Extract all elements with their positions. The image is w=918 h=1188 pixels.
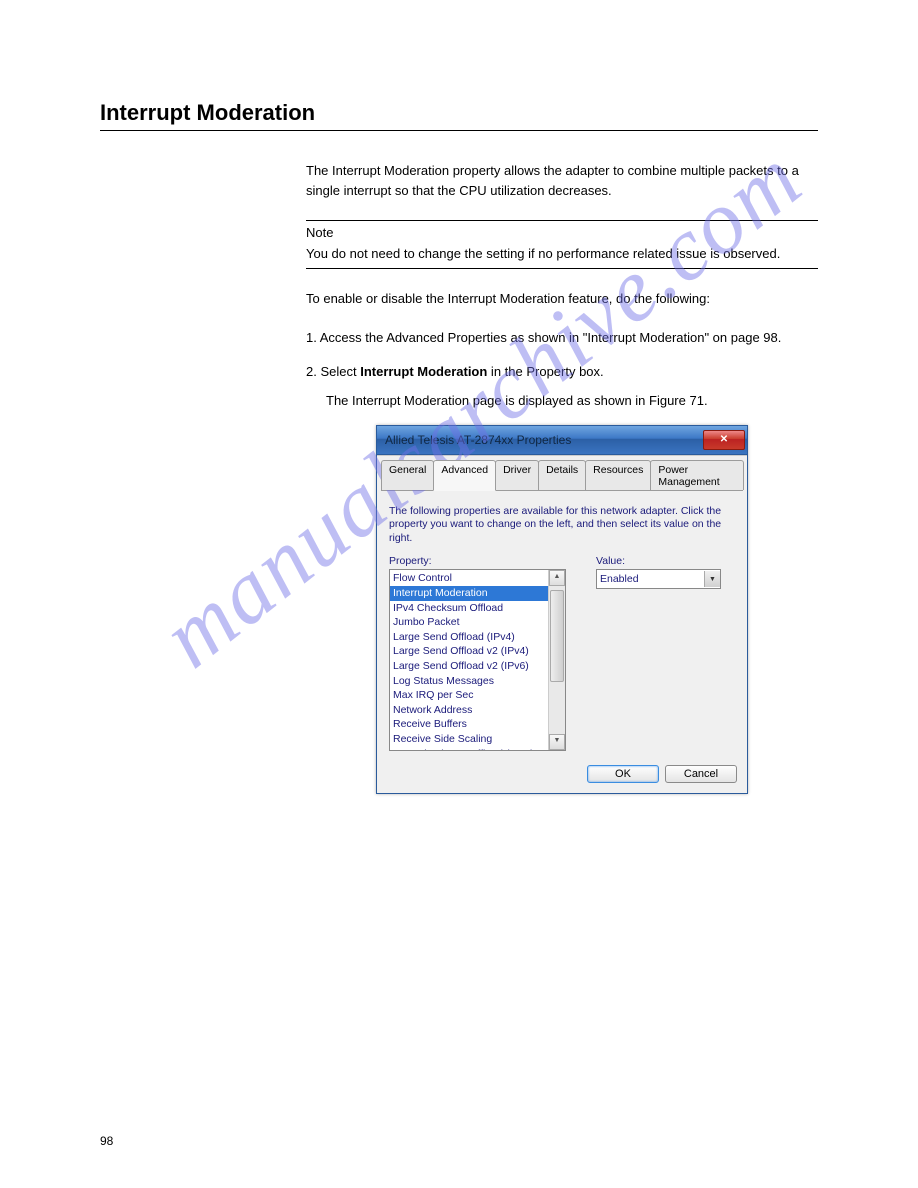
list-item[interactable]: Flow Control bbox=[390, 571, 548, 586]
listbox-scrollbar[interactable]: ▲ ▼ bbox=[548, 570, 565, 750]
scroll-track[interactable] bbox=[550, 586, 564, 734]
tab-general[interactable]: General bbox=[381, 460, 434, 490]
dialog-body: General Advanced Driver Details Resource… bbox=[377, 455, 747, 794]
value-label: Value: bbox=[596, 555, 721, 567]
chevron-down-icon[interactable]: ▼ bbox=[704, 571, 720, 587]
intro-paragraph: The Interrupt Moderation property allows… bbox=[306, 161, 818, 200]
scroll-thumb[interactable] bbox=[550, 590, 564, 682]
list-item[interactable]: Log Status Messages bbox=[390, 674, 548, 689]
cancel-button[interactable]: Cancel bbox=[665, 765, 737, 783]
tab-advanced[interactable]: Advanced bbox=[433, 460, 496, 491]
ok-button[interactable]: OK bbox=[587, 765, 659, 783]
step-1-link: "Interrupt Moderation" on page 98 bbox=[583, 330, 778, 345]
list-item[interactable]: Large Send Offload v2 (IPv4) bbox=[390, 644, 548, 659]
list-item[interactable]: IPv4 Checksum Offload bbox=[390, 601, 548, 616]
tab-resources[interactable]: Resources bbox=[585, 460, 651, 490]
note-text: You do not need to change the setting if… bbox=[306, 244, 818, 264]
tab-content: The following properties are available f… bbox=[381, 499, 743, 758]
dialog-footer: OK Cancel bbox=[381, 757, 743, 789]
tab-power-management[interactable]: Power Management bbox=[650, 460, 744, 490]
list-item[interactable]: Receive Side Scaling bbox=[390, 732, 548, 747]
list-item[interactable]: Max IRQ per Sec bbox=[390, 688, 548, 703]
value-select[interactable]: Enabled ▼ bbox=[596, 569, 721, 589]
step-2-bold: Interrupt Moderation bbox=[360, 364, 487, 379]
scroll-up-icon[interactable]: ▲ bbox=[549, 570, 565, 586]
list-item[interactable]: Interrupt Moderation bbox=[390, 586, 548, 601]
scroll-down-icon[interactable]: ▼ bbox=[549, 734, 565, 750]
tab-driver[interactable]: Driver bbox=[495, 460, 539, 490]
step-2-tail: The Interrupt Moderation page is display… bbox=[326, 391, 818, 411]
close-icon: ✕ bbox=[720, 433, 728, 447]
tab-details[interactable]: Details bbox=[538, 460, 586, 490]
dialog-title: Allied Telesis AT-2874xx Properties bbox=[385, 433, 571, 447]
list-item[interactable]: Receive Buffers bbox=[390, 717, 548, 732]
step-1: 1. Access the Advanced Properties as sho… bbox=[306, 328, 818, 348]
note-divider-bottom bbox=[306, 268, 818, 269]
section-title: Interrupt Moderation bbox=[100, 100, 818, 126]
step-2-pre: 2. Select bbox=[306, 364, 360, 379]
note-divider-top bbox=[306, 220, 818, 221]
tab-description: The following properties are available f… bbox=[389, 505, 735, 546]
list-item[interactable]: Large Send Offload (IPv4) bbox=[390, 630, 548, 645]
note-block: Note You do not need to change the setti… bbox=[306, 220, 818, 269]
page-number: 98 bbox=[100, 1134, 113, 1148]
properties-dialog: Allied Telesis AT-2874xx Properties ✕ Ge… bbox=[376, 425, 748, 795]
section-divider bbox=[100, 130, 818, 131]
step-2: 2. Select Interrupt Moderation in the Pr… bbox=[306, 362, 818, 411]
value-selected: Enabled bbox=[600, 573, 639, 585]
close-button[interactable]: ✕ bbox=[703, 430, 745, 450]
list-item[interactable]: Jumbo Packet bbox=[390, 615, 548, 630]
list-item[interactable]: TCP Checksum Offload (IPv4) bbox=[390, 747, 548, 752]
step-1-post: . bbox=[778, 330, 782, 345]
dialog-screenshot: Allied Telesis AT-2874xx Properties ✕ Ge… bbox=[376, 425, 818, 795]
property-listbox[interactable]: Flow Control Interrupt Moderation IPv4 C… bbox=[389, 569, 566, 751]
list-item[interactable]: Large Send Offload v2 (IPv6) bbox=[390, 659, 548, 674]
dialog-titlebar[interactable]: Allied Telesis AT-2874xx Properties ✕ bbox=[377, 426, 747, 455]
step-2-post: in the Property box. bbox=[487, 364, 603, 379]
list-item[interactable]: Network Address bbox=[390, 703, 548, 718]
step-1-pre: 1. Access the Advanced Properties as sho… bbox=[306, 330, 583, 345]
note-label: Note bbox=[306, 225, 818, 240]
steps-lead: To enable or disable the Interrupt Moder… bbox=[306, 289, 818, 309]
property-label: Property: bbox=[389, 555, 566, 567]
tab-row: General Advanced Driver Details Resource… bbox=[381, 460, 743, 491]
